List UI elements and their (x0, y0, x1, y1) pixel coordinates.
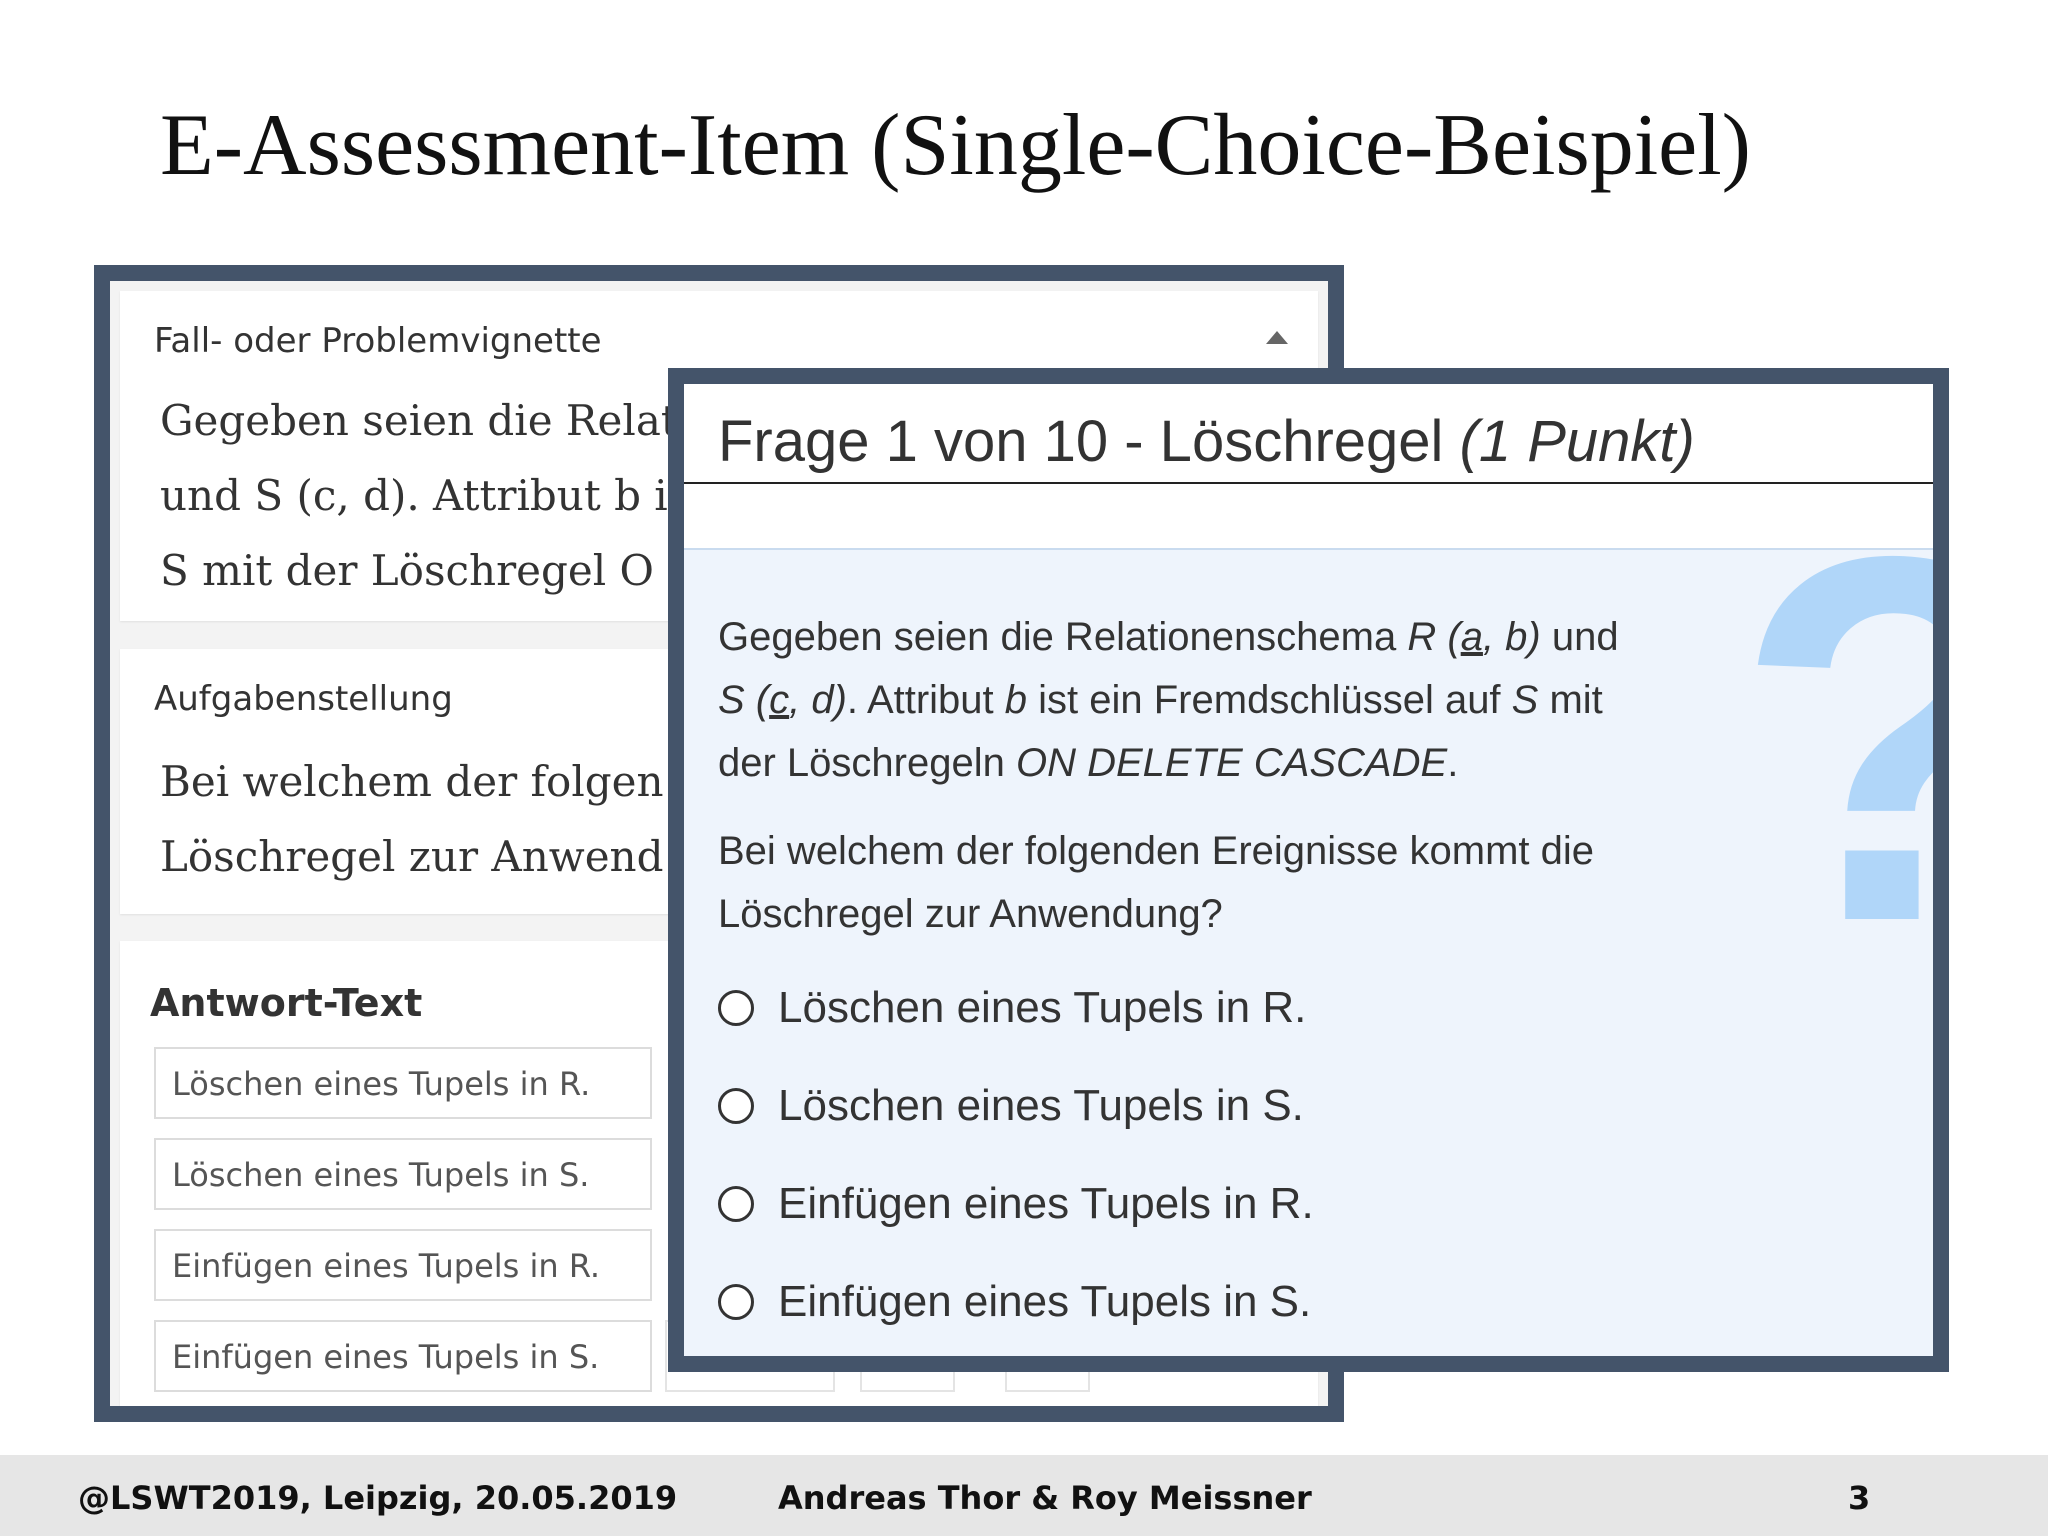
text-run: und (1540, 615, 1619, 659)
task-line-2: Löschregel zur Anwend (160, 832, 664, 881)
question-title-main: Frage 1 von 10 - Löschregel (718, 409, 1460, 474)
question-context-line-3: der Löschregeln ON DELETE CASCADE. (718, 732, 1619, 795)
page-number: 3 (1848, 1479, 1871, 1517)
answer-field[interactable]: Löschen eines Tupels in S. (154, 1138, 652, 1210)
answer-field[interactable]: Einfügen eines Tupels in R. (154, 1229, 652, 1301)
text-run: . (1447, 741, 1459, 785)
radio-button-icon[interactable] (718, 990, 754, 1026)
vignette-line-1: Gegeben seien die Relat (160, 396, 678, 445)
question-context-line-1: Gegeben seien die Relationenschema R (a,… (718, 606, 1619, 669)
text-run: , b) (1482, 615, 1541, 659)
quiz-preview-panel: Frage 1 von 10 - Löschregel (1 Punkt) ? … (668, 368, 1949, 1372)
footer-event: @LSWT2019, Leipzig, 20.05.2019 (78, 1479, 678, 1517)
answer-field-value: Einfügen eines Tupels in R. (172, 1247, 601, 1285)
text-run: ON DELETE CASCADE (1015, 741, 1448, 785)
text-run: , d) (789, 678, 847, 722)
text-run: R ( (1407, 615, 1461, 659)
vignette-line-3: S mit der Löschregel O (160, 546, 654, 595)
answer-field-value: Einfügen eines Tupels in S. (172, 1338, 600, 1376)
answer-field-value: Löschen eines Tupels in R. (172, 1065, 591, 1103)
question-body: ? Gegeben seien die Relationenschema R (… (684, 480, 1933, 1356)
footer-authors: Andreas Thor & Roy Meissner (778, 1479, 1312, 1517)
answer-option-label[interactable]: Einfügen eines Tupels in S. (778, 1272, 1311, 1332)
vignette-line-2: und S (c, d). Attribut b is (160, 471, 690, 520)
text-run: ist ein Fremdschlüssel auf (1027, 678, 1512, 722)
text-run: . Attribut (846, 678, 1005, 722)
primary-key-attribute: c (769, 678, 790, 722)
question-points: (1 Punkt) (1459, 409, 1695, 474)
radio-button-icon[interactable] (718, 1186, 754, 1222)
answer-option-label[interactable]: Einfügen eines Tupels in R. (778, 1174, 1314, 1234)
question-prompt: Bei welchem der folgenden Ereignisse kom… (718, 820, 1594, 946)
text-run: der Löschregeln (718, 741, 1016, 785)
text-run: b (1004, 678, 1028, 722)
slide-title: E-Assessment-Item (Single-Choice-Beispie… (160, 97, 1751, 194)
question-context: Gegeben seien die Relationenschema R (a,… (718, 606, 1619, 795)
question-context-line-2: S (c, d). Attribut b ist ein Fremdschlüs… (718, 669, 1619, 732)
question-mark-icon: ? (1734, 480, 1933, 1000)
answer-option-label[interactable]: Löschen eines Tupels in S. (778, 1076, 1304, 1136)
question-title: Frage 1 von 10 - Löschregel (1 Punkt) (718, 408, 1695, 475)
answer-field-value: Löschen eines Tupels in S. (172, 1156, 590, 1194)
radio-button-icon[interactable] (718, 1088, 754, 1124)
answers-header: Antwort-Text (150, 981, 423, 1025)
task-line-1: Bei welchem der folgen (160, 757, 664, 806)
task-header[interactable]: Aufgabenstellung (154, 679, 453, 719)
primary-key-attribute: a (1460, 615, 1483, 659)
text-run: Gegeben seien die Relationenschema (718, 615, 1408, 659)
slide-footer: @LSWT2019, Leipzig, 20.05.2019 Andreas T… (0, 1455, 2048, 1536)
text-run: S (1511, 678, 1539, 722)
answer-option-label[interactable]: Löschen eines Tupels in R. (778, 978, 1306, 1038)
text-run: mit (1538, 678, 1603, 722)
question-prompt-line-1: Bei welchem der folgenden Ereignisse kom… (718, 829, 1594, 873)
answer-field[interactable]: Einfügen eines Tupels in S. (154, 1320, 652, 1392)
question-prompt-line-2: Löschregel zur Anwendung? (718, 892, 1223, 936)
collapse-caret-icon[interactable] (1266, 331, 1288, 344)
vignette-header[interactable]: Fall- oder Problemvignette (154, 321, 602, 361)
radio-button-icon[interactable] (718, 1284, 754, 1320)
answer-field[interactable]: Löschen eines Tupels in R. (154, 1047, 652, 1119)
text-run: S ( (718, 678, 770, 722)
